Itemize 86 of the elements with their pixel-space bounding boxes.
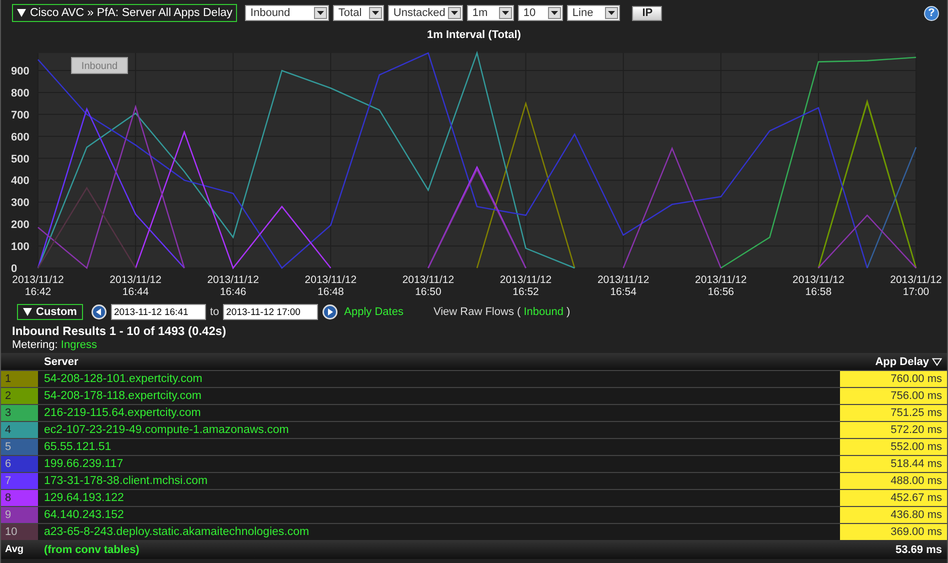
- delay-cell: 572.20 ms: [840, 422, 947, 438]
- apply-dates-link[interactable]: Apply Dates: [344, 306, 404, 318]
- next-arrow-icon[interactable]: [322, 304, 338, 320]
- column-header[interactable]: App Delay: [840, 356, 947, 368]
- range-preset-button[interactable]: Custom: [17, 304, 83, 320]
- y-tick-label: 400: [11, 175, 30, 188]
- rank-color-cell: 1: [1, 371, 38, 387]
- y-tick-label: 100: [11, 241, 30, 254]
- dropdown-arrow-icon: [551, 11, 558, 15]
- y-tick-label: 300: [11, 197, 30, 210]
- rank-color-cell: 10: [1, 524, 38, 540]
- x-tick-label: 2013/11/12 16:46: [206, 274, 260, 298]
- x-tick-label: 2013/11/12 16:52: [498, 274, 553, 298]
- delay-cell: 488.00 ms: [840, 473, 947, 489]
- x-tick-label: 2013/11/12 17:00: [889, 274, 943, 298]
- end-date-field[interactable]: 2013-11-12 17:00: [223, 304, 318, 320]
- dropdown[interactable]: Unstacked: [388, 5, 464, 21]
- legend-label: Inbound: [71, 57, 128, 74]
- y-tick-label: 200: [11, 219, 30, 232]
- rank-color-cell: 7: [1, 473, 38, 489]
- dropdown-arrow-icon: [372, 11, 380, 15]
- server-cell[interactable]: 64.140.243.152: [38, 507, 840, 523]
- y-tick-label: 900: [11, 66, 30, 78]
- delay-cell: 436.80 ms: [840, 507, 947, 523]
- x-tick-label: 2013/11/12 16:48: [304, 274, 358, 298]
- dropdown-arrow-icon: [451, 11, 458, 15]
- y-tick-label: 0: [11, 263, 18, 272]
- x-tick-label: 2013/11/12 16:58: [792, 274, 846, 298]
- dropdown[interactable]: Inbound: [245, 5, 330, 21]
- rank-color-cell: 6: [1, 456, 38, 472]
- delay-cell: 552.00 ms: [840, 439, 947, 455]
- column-header[interactable]: Server: [38, 356, 840, 368]
- y-tick-label: 800: [11, 88, 30, 100]
- x-tick-label: 2013/11/12 16:42: [11, 274, 65, 298]
- server-cell[interactable]: 173-31-178-38.client.mchsi.com: [38, 473, 840, 489]
- caret-icon: [17, 9, 26, 17]
- dropdown[interactable]: Total: [333, 5, 384, 21]
- rank-color-cell: 4: [1, 422, 38, 438]
- x-tick-label: 2013/11/12 16:56: [694, 274, 748, 298]
- server-cell[interactable]: 129.64.193.122: [38, 490, 840, 506]
- previous-arrow-icon[interactable]: [90, 304, 107, 320]
- caret-icon: [23, 308, 32, 316]
- avg-value: 53.69 ms: [894, 544, 943, 556]
- server-cell[interactable]: ec2-107-23-219-49.compute-1.amazonaws.com: [38, 422, 840, 438]
- view-raw-flows-text: View Raw Flows ( Inbound ): [433, 306, 570, 318]
- rank-color-cell: 2: [1, 388, 38, 404]
- results-summary: Inbound Results 1 - 10 of 1493 (0.42s): [11, 324, 228, 339]
- chart-title: 1m Interval (Total): [426, 28, 522, 43]
- dropdown[interactable]: Line: [567, 5, 620, 21]
- avg-label: Avg: [4, 544, 25, 555]
- delay-cell: 760.00 ms: [840, 371, 947, 387]
- dropdown-arrow-icon: [502, 11, 510, 15]
- server-cell[interactable]: 54-208-128-101.expertcity.com: [38, 371, 840, 387]
- server-cell[interactable]: 54-208-178-118.expertcity.com: [38, 388, 840, 404]
- server-cell[interactable]: 199.66.239.117: [38, 456, 840, 472]
- sort-descending-icon: [932, 358, 942, 366]
- x-tick-label: 2013/11/12 16:44: [108, 274, 162, 298]
- delay-cell: 756.00 ms: [840, 388, 947, 404]
- server-cell[interactable]: 65.55.121.51: [38, 439, 840, 455]
- dropdown[interactable]: 10: [518, 5, 564, 21]
- help-button[interactable]: ?: [924, 6, 939, 20]
- delay-cell: 518.44 ms: [840, 456, 947, 472]
- x-tick-label: 2013/11/12 16:54: [596, 274, 650, 298]
- metering-text: Metering: Ingress: [11, 339, 98, 352]
- to-label: to: [210, 306, 220, 318]
- rank-color-cell: 5: [1, 439, 38, 455]
- delay-cell: 369.00 ms: [840, 524, 947, 540]
- inbound-link[interactable]: Inbound: [524, 306, 564, 318]
- delay-cell: 452.67 ms: [840, 490, 947, 506]
- dropdown-arrow-icon: [317, 11, 324, 15]
- start-date-field[interactable]: 2013-11-12 16:41: [110, 304, 206, 320]
- ip-button[interactable]: IP: [632, 6, 662, 20]
- y-tick-label: 700: [11, 109, 30, 122]
- rank-color-cell: 9: [1, 507, 38, 523]
- rank-color-cell: 8: [1, 490, 38, 506]
- server-cell[interactable]: a23-65-8-243.deploy.static.akamaitechnologies.com: [38, 524, 840, 540]
- x-tick-label: 2013/11/12 16:50: [401, 274, 456, 298]
- dropdown-arrow-icon: [608, 11, 616, 15]
- avg-note: (from conv tables): [43, 544, 140, 556]
- y-tick-label: 600: [11, 131, 30, 144]
- report-menu-button[interactable]: Cisco AVC » PfA: Server All Apps Delay: [12, 4, 238, 22]
- delay-cell: 751.25 ms: [840, 405, 947, 421]
- dropdown[interactable]: 1m: [467, 5, 514, 21]
- rank-color-cell: 3: [1, 405, 38, 421]
- server-cell[interactable]: 216-219-115.64.expertcity.com: [38, 405, 840, 421]
- y-tick-label: 500: [11, 153, 30, 166]
